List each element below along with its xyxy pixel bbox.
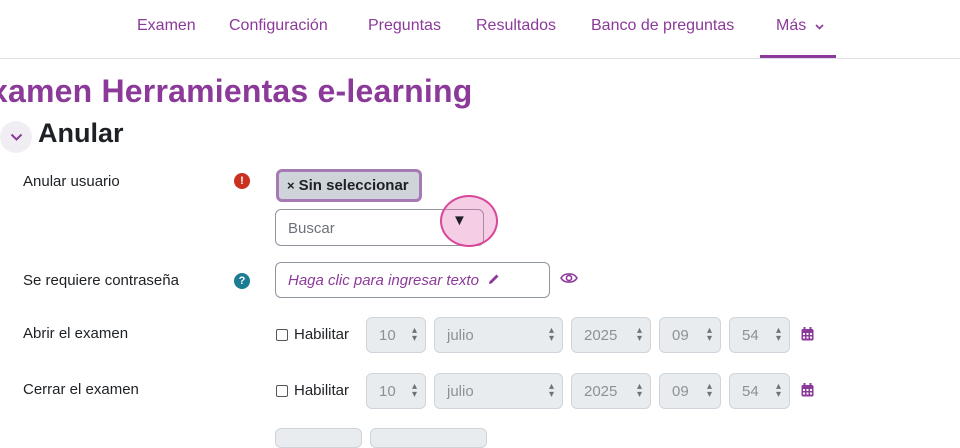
user-override-label: Anular usuario — [23, 173, 120, 190]
nav-tab-configuracion[interactable]: Configuración — [229, 17, 328, 35]
select-arrows-icon: ▴ ▾ — [706, 325, 712, 344]
select-value: 54 — [742, 327, 759, 344]
enable-label: Habilitar — [294, 326, 350, 343]
checkbox[interactable] — [276, 328, 288, 341]
selected-user-chip[interactable]: × Sin seleccionar — [276, 169, 422, 202]
secondary-navigation: Examen Configuración Preguntas Resultado… — [0, 0, 960, 59]
open-year-select[interactable]: 2025 ▴ ▾ — [571, 317, 651, 353]
nav-tab-mas[interactable]: Más — [776, 17, 824, 35]
enable-label: Habilitar — [294, 382, 350, 399]
open-hour-select[interactable]: 09 ▴ ▾ — [659, 317, 721, 353]
select-value: julio — [447, 383, 474, 400]
close-enable-checkbox[interactable]: Habilitar — [276, 382, 349, 399]
nav-tab-resultados[interactable]: Resultados — [476, 17, 556, 35]
close-year-select[interactable]: 2025 ▴ ▾ — [571, 373, 651, 409]
close-minute-select[interactable]: 54 ▴ ▾ — [729, 373, 790, 409]
dropdown-arrow-icon[interactable]: ▼ — [452, 212, 467, 229]
remove-selection-icon[interactable]: × — [287, 178, 295, 193]
select-arrows-icon: ▴ ▾ — [411, 325, 417, 344]
open-minute-select[interactable]: 54 ▴ ▾ — [729, 317, 790, 353]
select-value: julio — [447, 327, 474, 344]
password-placeholder: Haga clic para ingresar texto — [288, 272, 501, 289]
error-icon[interactable]: ! — [234, 173, 250, 189]
pencil-icon — [489, 274, 499, 284]
chevron-down-icon — [10, 133, 22, 141]
select-value: 09 — [672, 327, 689, 344]
select-value: 09 — [672, 383, 689, 400]
partial-select[interactable] — [370, 428, 487, 448]
select-arrows-icon: ▴ ▾ — [636, 325, 642, 344]
open-month-select[interactable]: julio ▴ ▾ — [434, 317, 563, 353]
password-field[interactable]: Haga clic para ingresar texto — [275, 262, 550, 298]
nav-tab-preguntas[interactable]: Preguntas — [368, 17, 441, 35]
nav-tab-banco-de-preguntas[interactable]: Banco de preguntas — [591, 17, 734, 35]
chevron-down-icon — [815, 24, 824, 30]
close-day-select[interactable]: 10 ▴ ▾ — [366, 373, 426, 409]
select-value: 2025 — [584, 327, 618, 344]
select-arrows-icon: ▴ ▾ — [636, 381, 642, 400]
close-month-select[interactable]: julio ▴ ▾ — [434, 373, 563, 409]
close-quiz-label: Cerrar el examen — [23, 381, 139, 398]
select-value: 54 — [742, 383, 759, 400]
select-arrows-icon: ▴ ▾ — [775, 381, 781, 400]
page-title: xamen Herramientas e-learning — [0, 73, 473, 109]
selected-user-label: Sin seleccionar — [298, 177, 409, 194]
calendar-icon[interactable] — [801, 327, 814, 341]
select-value: 10 — [379, 383, 396, 400]
section-collapse-toggle[interactable] — [0, 121, 32, 153]
calendar-icon[interactable] — [801, 383, 814, 397]
nav-tab-mas-label: Más — [776, 17, 807, 34]
nav-tab-examen[interactable]: Examen — [137, 17, 196, 35]
select-arrows-icon: ▴ ▾ — [548, 325, 554, 344]
open-enable-checkbox[interactable]: Habilitar — [276, 326, 349, 343]
open-quiz-label: Abrir el examen — [23, 325, 129, 342]
checkbox[interactable] — [276, 384, 288, 397]
section-title: Anular — [38, 118, 124, 148]
close-hour-select[interactable]: 09 ▴ ▾ — [659, 373, 721, 409]
password-placeholder-text: Haga clic para ingresar texto — [288, 272, 479, 289]
eye-icon[interactable] — [560, 271, 578, 285]
help-icon[interactable]: ? — [234, 273, 250, 289]
select-value: 10 — [379, 327, 396, 344]
select-arrows-icon: ▴ ▾ — [775, 325, 781, 344]
password-label: Se requiere contraseña — [23, 272, 179, 289]
select-arrows-icon: ▴ ▾ — [548, 381, 554, 400]
search-placeholder: Buscar — [288, 220, 335, 237]
partial-select[interactable] — [275, 428, 362, 448]
select-arrows-icon: ▴ ▾ — [706, 381, 712, 400]
select-value: 2025 — [584, 383, 618, 400]
open-day-select[interactable]: 10 ▴ ▾ — [366, 317, 426, 353]
active-tab-indicator — [760, 55, 836, 58]
select-arrows-icon: ▴ ▾ — [411, 381, 417, 400]
click-highlight — [440, 195, 498, 247]
